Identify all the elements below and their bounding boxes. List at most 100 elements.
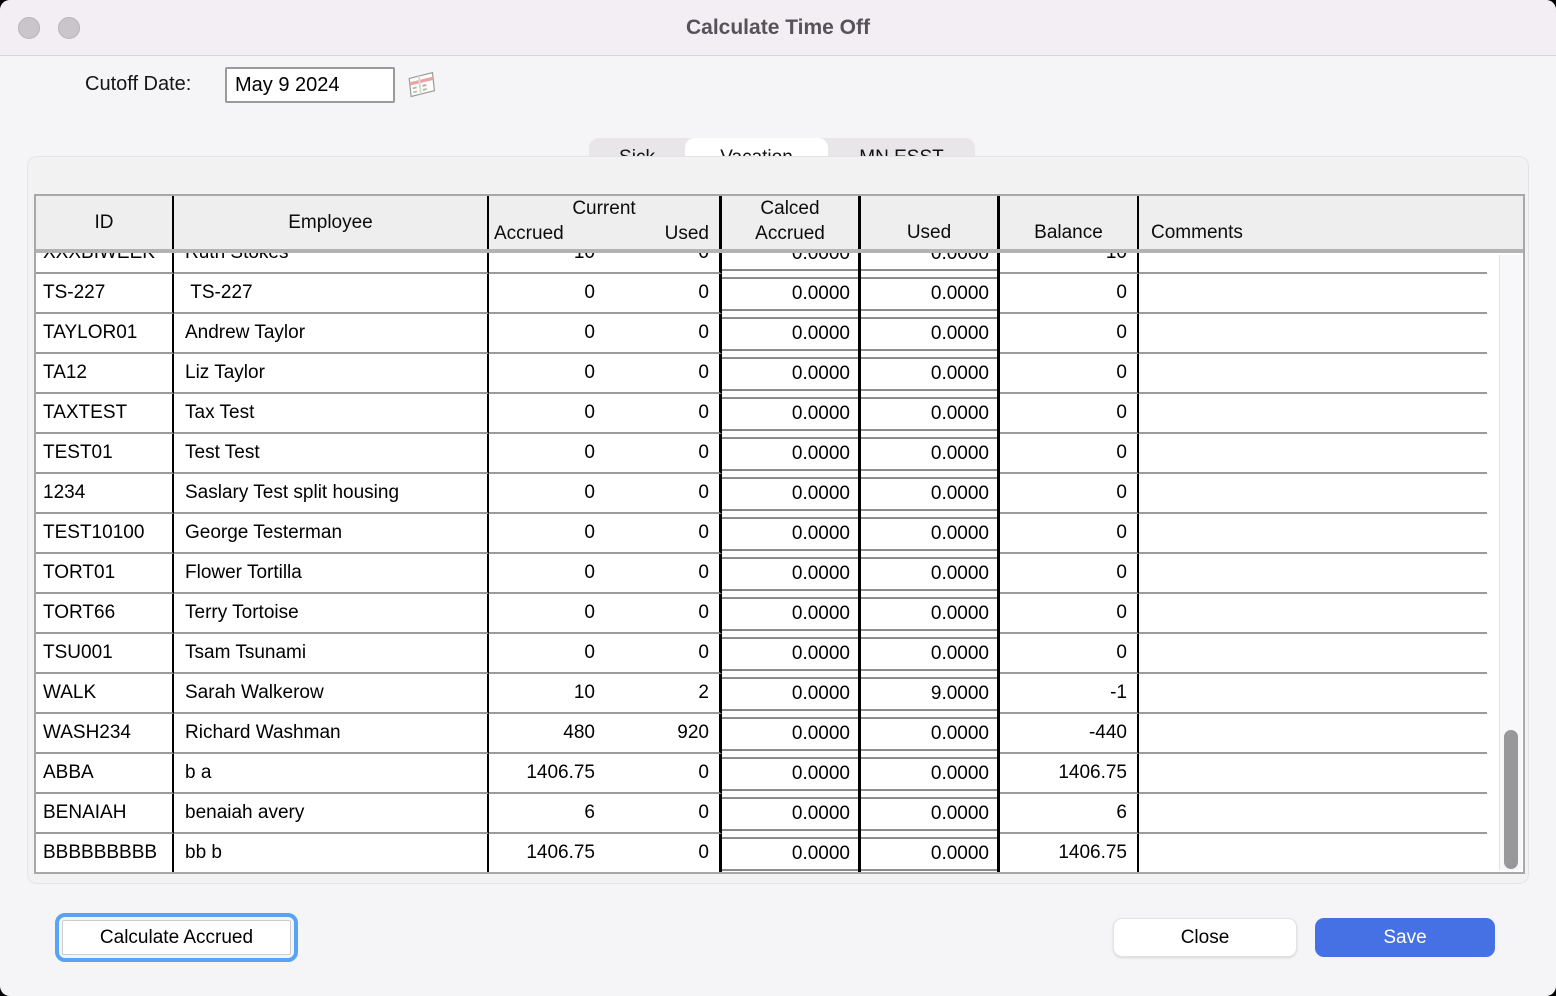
cell-comments[interactable] (1139, 314, 1487, 354)
save-button[interactable]: Save (1315, 918, 1495, 957)
cell-comments[interactable] (1139, 634, 1487, 674)
cell-calced-accrued: 0.0000 (722, 634, 861, 674)
cell-comments[interactable] (1139, 253, 1487, 274)
cell-comments[interactable] (1139, 274, 1487, 314)
calced-used-field[interactable]: 0.0000 (861, 837, 997, 871)
calced-accrued-field[interactable]: 0.0000 (722, 637, 858, 671)
cell-comments[interactable] (1139, 714, 1487, 754)
calced-accrued-field[interactable]: 0.0000 (722, 677, 858, 711)
calced-accrued-field[interactable]: 0.0000 (722, 757, 858, 791)
cell-calced-accrued: 0.0000 (722, 394, 861, 434)
calced-used-field[interactable]: 0.0000 (861, 397, 997, 431)
cutoff-date-label: Cutoff Date: (85, 73, 191, 96)
table-row[interactable]: BENAIAH benaiah avery 6 0 0.0000 0.0000 … (36, 794, 1501, 834)
calced-used-field[interactable]: 0.0000 (861, 517, 997, 551)
cell-id: TAXTEST (36, 394, 174, 434)
cell-calced-accrued: 0.0000 (722, 474, 861, 514)
cell-balance: 0 (1000, 474, 1139, 514)
table-panel: ID Employee Current Accrued Used Calced … (27, 156, 1529, 884)
calced-used-field[interactable]: 0.0000 (861, 637, 997, 671)
cell-comments[interactable] (1139, 674, 1487, 714)
calced-accrued-field[interactable]: 0.0000 (722, 797, 858, 831)
calced-used-field[interactable]: 0.0000 (861, 253, 997, 271)
col-header-id: ID (36, 196, 174, 249)
calced-used-field[interactable]: 0.0000 (861, 557, 997, 591)
calced-accrued-field[interactable]: 0.0000 (722, 477, 858, 511)
cell-calced-accrued: 0.0000 (722, 674, 861, 714)
cell-current-used: 0 (601, 394, 722, 434)
vertical-scrollbar-thumb[interactable] (1504, 730, 1518, 869)
table-row[interactable]: ABBA b a 1406.75 0 0.0000 0.0000 1406.75 (36, 754, 1501, 794)
calced-accrued-field[interactable]: 0.0000 (722, 557, 858, 591)
cell-comments[interactable] (1139, 434, 1487, 474)
calced-accrued-field[interactable]: 0.0000 (722, 397, 858, 431)
cell-current-used: 0 (601, 634, 722, 674)
calced-accrued-field[interactable]: 0.0000 (722, 597, 858, 631)
cell-balance: -1 (1000, 674, 1139, 714)
calced-used-field[interactable]: 0.0000 (861, 597, 997, 631)
cell-calced-used: 0.0000 (861, 474, 1000, 514)
cell-id: BENAIAH (36, 794, 174, 834)
table-row[interactable]: 1234 Saslary Test split housing 0 0 0.00… (36, 474, 1501, 514)
calced-used-field[interactable]: 9.0000 (861, 677, 997, 711)
table-row[interactable]: TORT01 Flower Tortilla 0 0 0.0000 0.0000… (36, 554, 1501, 594)
calced-used-field[interactable]: 0.0000 (861, 477, 997, 511)
cell-calced-accrued: 0.0000 (722, 754, 861, 794)
table-row[interactable]: TS-227 TS-227 0 0 0.0000 0.0000 0 (36, 274, 1501, 314)
calced-accrued-field[interactable]: 0.0000 (722, 517, 858, 551)
table-row[interactable]: TAXTEST Tax Test 0 0 0.0000 0.0000 0 (36, 394, 1501, 434)
cell-balance: 0 (1000, 354, 1139, 394)
cell-balance: 1406.75 (1000, 754, 1139, 794)
calced-accrued-field[interactable]: 0.0000 (722, 837, 858, 871)
cell-current-used: 0 (601, 274, 722, 314)
cell-current-used: 0 (601, 314, 722, 354)
cell-current-accrued: 0 (489, 394, 601, 434)
calced-used-field[interactable]: 0.0000 (861, 277, 997, 311)
table-row[interactable]: TAYLOR01 Andrew Taylor 0 0 0.0000 0.0000… (36, 314, 1501, 354)
calced-used-field[interactable]: 0.0000 (861, 357, 997, 391)
table-row[interactable]: TORT66 Terry Tortoise 0 0 0.0000 0.0000 … (36, 594, 1501, 634)
calculate-accrued-button[interactable]: Calculate Accrued (62, 920, 291, 955)
table-row[interactable]: TEST01 Test Test 0 0 0.0000 0.0000 0 (36, 434, 1501, 474)
cell-employee: Saslary Test split housing (174, 474, 489, 514)
cell-comments[interactable] (1139, 354, 1487, 394)
table-row[interactable]: TA12 Liz Taylor 0 0 0.0000 0.0000 0 (36, 354, 1501, 394)
table-row[interactable]: WALK Sarah Walkerow 10 2 0.0000 9.0000 -… (36, 674, 1501, 714)
cell-comments[interactable] (1139, 594, 1487, 634)
calced-used-field[interactable]: 0.0000 (861, 757, 997, 791)
close-button[interactable]: Close (1113, 918, 1297, 957)
cell-comments[interactable] (1139, 834, 1487, 872)
cell-comments[interactable] (1139, 554, 1487, 594)
calced-used-field[interactable]: 0.0000 (861, 797, 997, 831)
cell-comments[interactable] (1139, 474, 1487, 514)
calced-accrued-field[interactable]: 0.0000 (722, 357, 858, 391)
calced-accrued-field[interactable]: 0.0000 (722, 253, 858, 271)
calced-accrued-field[interactable]: 0.0000 (722, 437, 858, 471)
calced-used-field[interactable]: 0.0000 (861, 317, 997, 351)
col-header-calced-accrued: Calced Accrued (722, 196, 861, 249)
table-header: ID Employee Current Accrued Used Calced … (36, 196, 1523, 253)
calced-used-field[interactable]: 0.0000 (861, 437, 997, 471)
calced-accrued-field[interactable]: 0.0000 (722, 277, 858, 311)
table-row[interactable]: XXXBIWEEK Ruth Stokes 10 0 0.0000 0.0000… (36, 253, 1501, 274)
cell-balance: 0 (1000, 594, 1139, 634)
cell-current-accrued: 0 (489, 634, 601, 674)
calendar-icon[interactable] (406, 68, 442, 102)
cell-comments[interactable] (1139, 394, 1487, 434)
cutoff-date-input[interactable] (225, 67, 395, 103)
table-row[interactable]: TEST10100 George Testerman 0 0 0.0000 0.… (36, 514, 1501, 554)
table-row[interactable]: WASH234 Richard Washman 480 920 0.0000 0… (36, 714, 1501, 754)
calced-accrued-field[interactable]: 0.0000 (722, 317, 858, 351)
cell-balance: 0 (1000, 634, 1139, 674)
cell-calced-used: 0.0000 (861, 314, 1000, 354)
cell-id: TAYLOR01 (36, 314, 174, 354)
table-row[interactable]: BBBBBBBBB bb b 1406.75 0 0.0000 0.0000 1… (36, 834, 1501, 872)
cell-comments[interactable] (1139, 754, 1487, 794)
vertical-scrollbar-track[interactable] (1499, 255, 1522, 870)
cell-calced-used: 0.0000 (861, 634, 1000, 674)
calced-accrued-field[interactable]: 0.0000 (722, 717, 858, 751)
table-row[interactable]: TSU001 Tsam Tsunami 0 0 0.0000 0.0000 0 (36, 634, 1501, 674)
cell-comments[interactable] (1139, 514, 1487, 554)
cell-comments[interactable] (1139, 794, 1487, 834)
calced-used-field[interactable]: 0.0000 (861, 717, 997, 751)
